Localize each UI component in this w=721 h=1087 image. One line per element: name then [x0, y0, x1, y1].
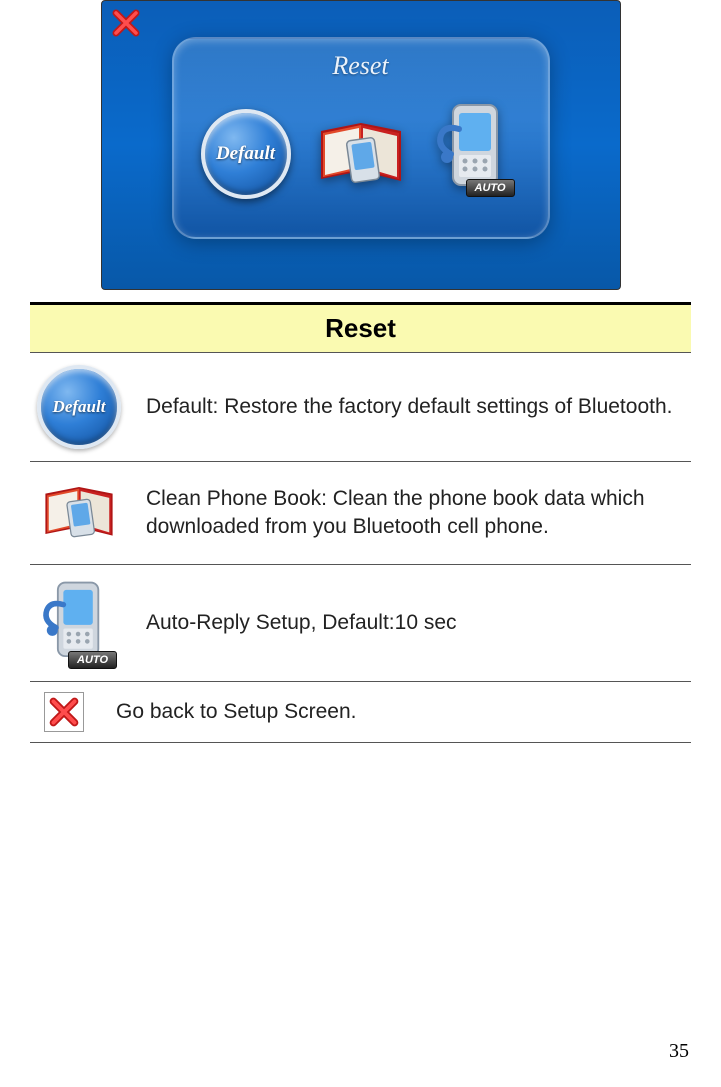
- default-button[interactable]: Default: [201, 109, 291, 199]
- panel-title: Reset: [332, 51, 388, 81]
- page-number: 35: [669, 1040, 689, 1063]
- auto-tag: AUTO: [68, 651, 117, 669]
- table-row: Go back to Setup Screen.: [30, 682, 691, 743]
- close-icon[interactable]: [108, 5, 144, 41]
- default-button-label: Default: [216, 143, 275, 165]
- table-row: Default Default: Restore the factory def…: [30, 353, 691, 462]
- device-screenshot: Reset Default: [101, 0, 621, 290]
- row-text: Auto-Reply Setup, Default:10 sec: [146, 609, 457, 637]
- default-icon: Default: [37, 365, 121, 449]
- row-text: Default: Restore the factory default set…: [146, 393, 672, 421]
- auto-tag: AUTO: [466, 179, 515, 197]
- table-row: AUTO Auto-Reply Setup, Default:10 sec: [30, 565, 691, 682]
- auto-reply-icon: AUTO: [37, 577, 121, 669]
- table-row: Clean Phone Book: Clean the phone book d…: [30, 462, 691, 565]
- section-header: Reset: [30, 302, 691, 353]
- close-icon: [44, 692, 84, 732]
- panel-button-row: Default: [201, 99, 521, 199]
- auto-reply-button[interactable]: AUTO: [431, 99, 521, 199]
- clean-phonebook-button[interactable]: [311, 109, 411, 199]
- reset-panel: Reset Default: [172, 37, 550, 239]
- phonebook-icon: [37, 474, 121, 552]
- row-text: Go back to Setup Screen.: [116, 698, 356, 726]
- row-text: Clean Phone Book: Clean the phone book d…: [146, 485, 685, 542]
